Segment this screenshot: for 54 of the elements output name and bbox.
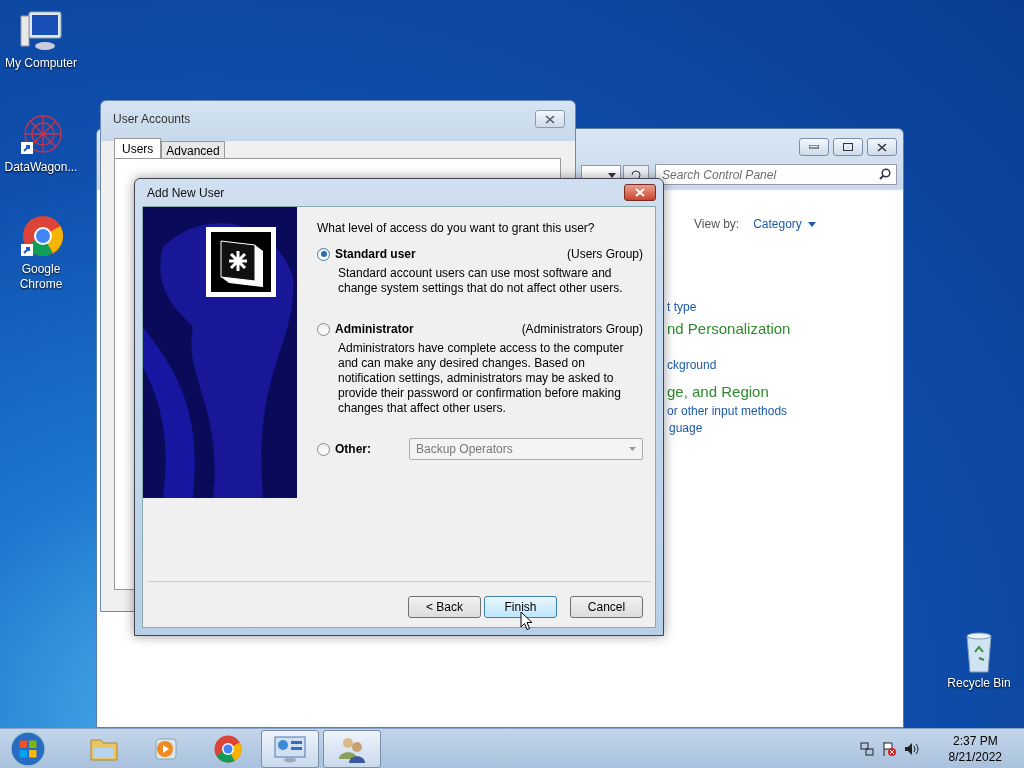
tab[interactable]: Advanced <box>161 141 225 159</box>
clock[interactable]: 2:37 PM 8/21/2022 <box>948 732 1002 765</box>
control-panel-icon <box>274 734 306 763</box>
radio-button[interactable] <box>317 442 330 456</box>
close-icon <box>635 188 645 197</box>
radio-button[interactable] <box>317 322 330 336</box>
tab[interactable]: Users <box>114 138 162 159</box>
option-label[interactable]: Administrator <box>335 322 414 336</box>
radio-button[interactable] <box>317 247 330 261</box>
option-label[interactable]: Other: <box>335 442 371 456</box>
group-label: (Administrators Group) <box>521 322 643 336</box>
dialog-title: Add New User <box>147 185 225 200</box>
flag-icon[interactable] <box>880 740 897 757</box>
task-link[interactable]: t type <box>667 300 697 314</box>
search-field[interactable]: Search Control Panel <box>655 164 897 185</box>
dialog-button[interactable]: Cancel <box>570 596 643 618</box>
group-label: (Users Group) <box>567 247 643 261</box>
start-button[interactable] <box>9 729 47 768</box>
minimize-icon <box>809 145 819 149</box>
search-icon <box>879 168 891 180</box>
close-icon <box>545 114 555 124</box>
taskbar-button[interactable] <box>261 729 319 768</box>
maximize-button[interactable] <box>833 138 863 156</box>
cursor-icon <box>520 611 533 631</box>
task-link[interactable]: ckground <box>667 358 717 372</box>
media-player-icon <box>153 735 179 762</box>
category-heading-link[interactable]: nd Personalization <box>667 320 791 337</box>
close-button[interactable] <box>624 184 656 201</box>
close-button[interactable] <box>867 138 897 156</box>
option-description: Administrators have complete access to the computer and can make any desired changes. Based on notification settings, administrators may be asked to provide their password or confirmation before making changes that affect other users. <box>337 341 625 416</box>
desktop-icon-label[interactable]: Recycle Bin <box>947 676 1011 691</box>
dialog-button[interactable]: Finish <box>484 596 557 618</box>
view-by-dropdown[interactable]: Category <box>753 217 816 231</box>
task-link[interactable]: guage <box>669 421 703 435</box>
desktop-icon-label[interactable]: DataWagon... <box>4 160 78 175</box>
task-link[interactable]: or other input methods <box>667 404 788 418</box>
option-label[interactable]: Standard user <box>335 247 416 261</box>
window-title: User Accounts <box>113 112 191 126</box>
category-heading-link[interactable]: ge, and Region <box>667 383 769 400</box>
dialog-button[interactable]: < Back <box>408 596 481 618</box>
question-text: What level of access do you want to grant this user? <box>317 221 596 235</box>
close-button[interactable] <box>535 110 565 128</box>
refresh-icon <box>630 169 642 180</box>
network-icon[interactable] <box>858 740 875 757</box>
taskbar-button[interactable] <box>323 729 381 768</box>
chrome-icon <box>213 733 243 764</box>
caret-icon <box>807 221 816 227</box>
desktop-icon-label[interactable]: Google Chrome <box>1 262 81 292</box>
close-icon <box>877 142 887 152</box>
view-by-label: View by: <box>694 217 740 231</box>
desktop-icon-label[interactable]: My Computer <box>5 56 77 71</box>
maximize-icon <box>843 143 853 151</box>
caret-icon <box>629 447 636 451</box>
option-description: Standard account users can use most software and change system settings that do not affect other users. <box>337 266 624 296</box>
